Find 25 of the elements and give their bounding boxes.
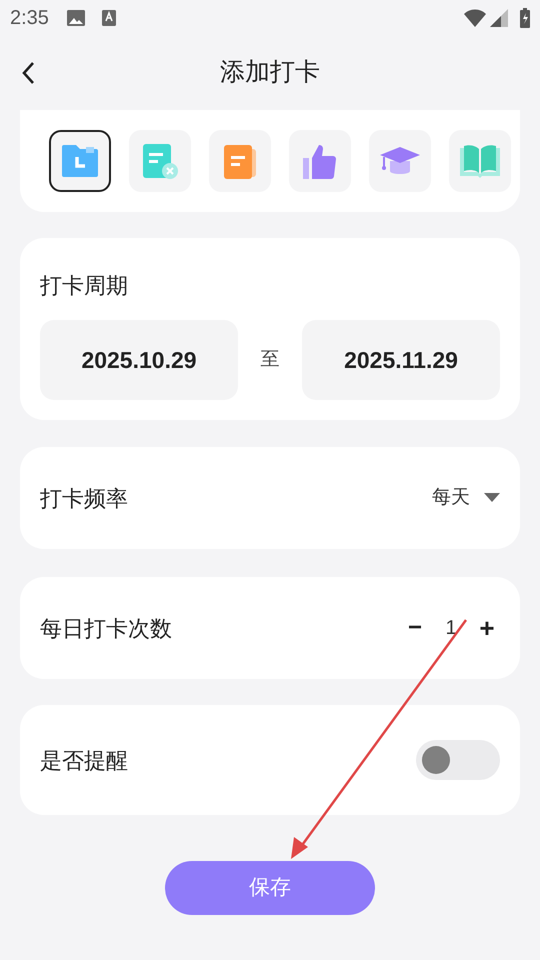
start-date-field[interactable]: 2025.10.29 bbox=[40, 320, 238, 400]
back-icon bbox=[21, 61, 35, 85]
period-label: 打卡周期 bbox=[40, 272, 128, 300]
status-time: 2:35 bbox=[10, 6, 49, 31]
frequency-dropdown[interactable]: 每天 bbox=[432, 484, 500, 512]
page-title: 添加打卡 bbox=[220, 57, 320, 88]
note-icon bbox=[140, 141, 180, 181]
battery-icon bbox=[520, 8, 530, 28]
reminder-toggle[interactable] bbox=[416, 740, 500, 780]
date-separator: 至 bbox=[260, 348, 280, 372]
caret-icon bbox=[484, 493, 500, 503]
decrement-button[interactable]: − bbox=[402, 613, 428, 643]
frequency-label: 打卡频率 bbox=[40, 484, 128, 512]
end-date-field[interactable]: 2025.11.29 bbox=[302, 320, 500, 400]
reminder-label: 是否提醒 bbox=[40, 746, 128, 774]
increment-button[interactable]: + bbox=[474, 613, 500, 643]
image-icon bbox=[66, 10, 85, 26]
count-value: 1 bbox=[444, 616, 458, 641]
book-icon bbox=[458, 142, 502, 180]
folder-icon bbox=[60, 143, 100, 179]
signal-icon bbox=[490, 9, 508, 27]
icon-option[interactable] bbox=[49, 130, 111, 192]
count-label: 每日打卡次数 bbox=[40, 614, 172, 642]
keyboard-icon bbox=[102, 10, 116, 26]
wifi-icon bbox=[464, 9, 486, 27]
